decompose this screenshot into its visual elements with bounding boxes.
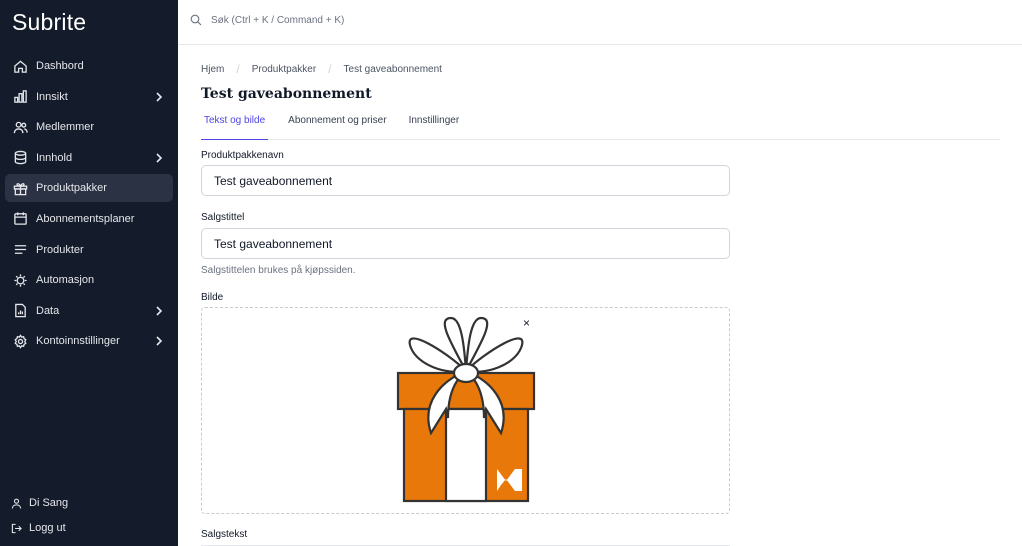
chevron-right-icon — [156, 153, 163, 163]
name-field[interactable] — [201, 165, 730, 196]
sidebar-item-abonnementsplaner[interactable]: Abonnementsplaner — [5, 205, 173, 233]
user-name: Di Sang — [29, 497, 69, 509]
user-icon — [11, 497, 23, 509]
chevron-right-icon — [156, 92, 163, 102]
list-icon — [12, 242, 28, 258]
search-icon — [190, 14, 202, 26]
breadcrumb-separator: / — [328, 62, 332, 76]
calendar-icon — [12, 211, 28, 227]
chevron-right-icon — [156, 336, 163, 346]
sidebar-item-label: Automasjon — [36, 274, 95, 287]
sidebar: Subrite Dashbord Innsikt Medlemmer Innho… — [0, 0, 178, 546]
breadcrumb-separator: / — [236, 62, 240, 76]
sidebar-nav: Dashbord Innsikt Medlemmer Innhold Produ… — [5, 52, 173, 358]
sidebar-item-label: Innsikt — [36, 90, 68, 103]
tab-tekst-og-bilde[interactable]: Tekst og bilde — [201, 110, 269, 140]
sales-title-field[interactable] — [201, 228, 730, 259]
sidebar-item-medlemmer[interactable]: Medlemmer — [5, 113, 173, 141]
breadcrumb-home[interactable]: Hjem — [201, 64, 224, 75]
home-icon — [12, 58, 28, 74]
logout-button[interactable]: Logg ut — [11, 519, 171, 537]
sidebar-item-label: Innhold — [36, 151, 73, 164]
tab-abonnement-og-priser[interactable]: Abonnement og priser — [288, 110, 386, 140]
automation-icon — [12, 272, 28, 288]
name-label: Produktpakkenavn — [201, 150, 284, 161]
sales-text-label: Salgstekst — [201, 529, 248, 540]
sidebar-item-label: Kontoinnstillinger — [36, 335, 120, 348]
sidebar-item-data[interactable]: Data — [5, 297, 173, 325]
database-icon — [12, 150, 28, 166]
sidebar-item-kontoinnstillinger[interactable]: Kontoinnstillinger — [5, 327, 173, 355]
logout-icon — [11, 522, 23, 534]
search-placeholder: Søk (Ctrl + K / Command + K) — [211, 14, 345, 26]
sidebar-item-innhold[interactable]: Innhold — [5, 144, 173, 172]
search-input[interactable]: Søk (Ctrl + K / Command + K) — [190, 14, 344, 26]
top-bar: Søk (Ctrl + K / Command + K) — [178, 0, 1022, 45]
sidebar-item-automasjon[interactable]: Automasjon — [5, 266, 173, 294]
sidebar-item-label: Produktpakker — [36, 182, 107, 195]
sidebar-item-label: Data — [36, 304, 60, 317]
breadcrumb: Hjem / Produktpakker / Test gaveabonneme… — [201, 62, 442, 76]
tab-innstillinger[interactable]: Innstillinger — [409, 110, 460, 140]
sidebar-item-label: Produkter — [36, 243, 84, 256]
chevron-right-icon — [156, 306, 163, 316]
user-profile[interactable]: Di Sang — [11, 494, 171, 512]
gear-icon — [12, 333, 28, 349]
sidebar-item-produkter[interactable]: Produkter — [5, 236, 173, 264]
logout-label: Logg ut — [29, 522, 66, 534]
users-icon — [12, 119, 28, 135]
sidebar-item-innsikt[interactable]: Innsikt — [5, 83, 173, 111]
sales-title-label: Salgstittel — [201, 212, 245, 223]
remove-image-button[interactable]: × — [523, 317, 530, 329]
breadcrumb-section[interactable]: Produktpakker — [252, 64, 316, 75]
sidebar-item-label: Abonnementsplaner — [36, 212, 135, 225]
breadcrumb-current: Test gaveabonnement — [343, 63, 442, 75]
sidebar-item-label: Dashbord — [36, 60, 84, 72]
image-dropzone[interactable]: × — [201, 307, 730, 514]
sidebar-item-produktpakker[interactable]: Produktpakker — [5, 174, 173, 203]
gift-icon — [12, 180, 28, 196]
sidebar-footer: Di Sang Logg ut — [11, 494, 171, 544]
sidebar-item-label: Medlemmer — [36, 121, 95, 134]
sidebar-item-dashbord[interactable]: Dashbord — [5, 52, 173, 80]
image-label: Bilde — [201, 292, 224, 303]
tab-bar: Tekst og bilde Abonnement og priser Inns… — [201, 110, 1000, 140]
sales-title-help: Salgstittelen brukes på kjøpssiden. — [201, 265, 356, 276]
gift-image — [396, 316, 536, 503]
page-title: Test gaveabonnement — [201, 86, 372, 102]
app-logo: Subrite — [12, 9, 87, 35]
file-chart-icon — [12, 303, 28, 319]
bar-chart-icon — [12, 89, 28, 105]
